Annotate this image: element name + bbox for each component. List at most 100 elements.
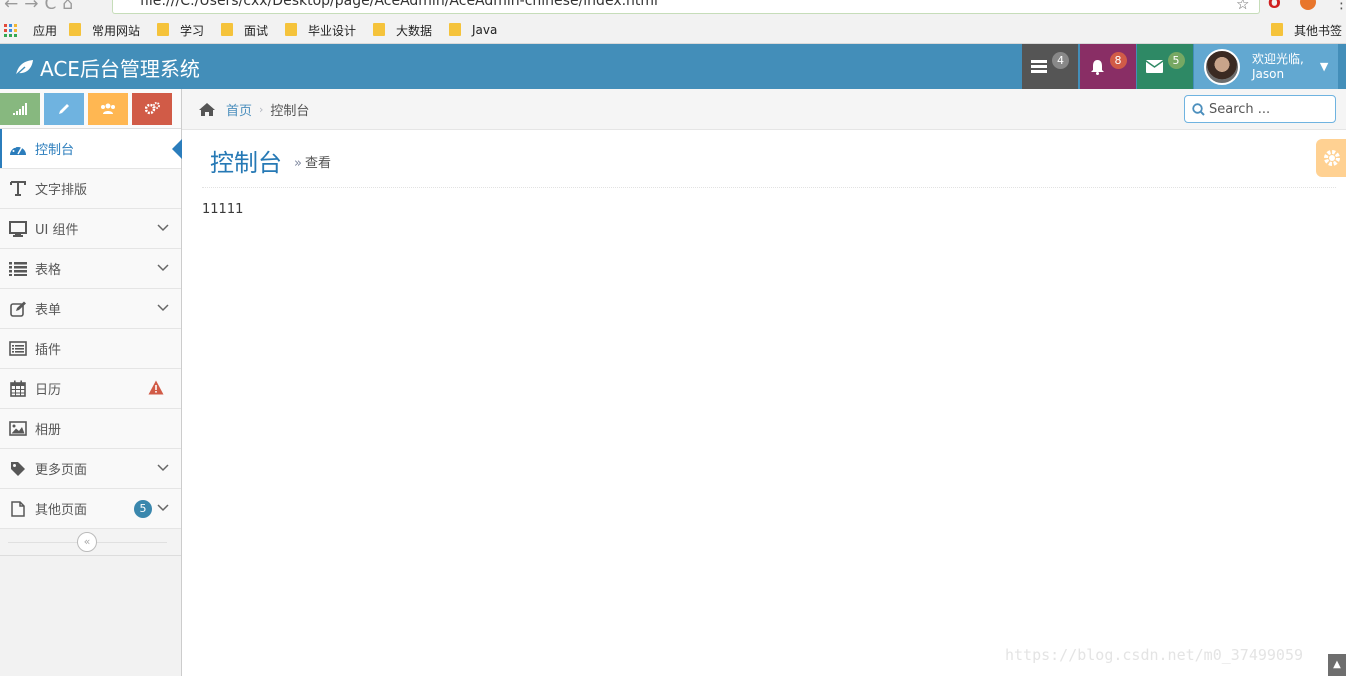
sidebar-collapse: « <box>0 529 181 556</box>
sidebar-item-typography[interactable]: 文字排版 <box>0 169 181 209</box>
bookmark-star-icon[interactable]: ☆ <box>1236 0 1249 13</box>
search-form <box>1184 95 1336 123</box>
chevron-right-icon: › <box>259 103 264 116</box>
bookmark-folder[interactable]: 毕业设计 <box>285 22 356 38</box>
folder-icon <box>157 22 169 36</box>
warning-icon <box>148 380 164 395</box>
user-info: 欢迎光临, Jason <box>1252 52 1304 82</box>
desktop-icon <box>4 220 32 237</box>
address-url[interactable]: file:///C:/Users/cxx/Desktop/page/AceAdm… <box>140 0 658 9</box>
sidebar-shortcuts <box>0 89 181 129</box>
caret-down-icon: ▼ <box>1319 60 1329 73</box>
gear-icon <box>1324 150 1340 166</box>
sidebar-item-calendar[interactable]: 日历 <box>0 369 181 409</box>
sidebar-item-label: 表单 <box>35 303 62 318</box>
page-subtitle: » 查看 <box>294 156 331 171</box>
bookmark-apps[interactable]: 应用 <box>4 22 57 38</box>
sidebar-item-label: 控制台 <box>35 143 75 158</box>
folder-icon <box>285 22 297 36</box>
sidebar-item-label: 表格 <box>35 263 62 278</box>
tasks-dropdown[interactable]: 4 <box>1022 44 1078 89</box>
breadcrumb-home-link[interactable]: 首页 <box>226 100 252 119</box>
folder-icon <box>221 22 233 36</box>
cogs-icon <box>144 102 160 115</box>
brand-text: ACE后台管理系统 <box>40 57 200 81</box>
bookmark-folder[interactable]: 学习 <box>157 22 204 38</box>
bookmarks-bar: 应用 常用网站 学习 面试 毕业设计 大数据 Java 其他书签 <box>0 16 1346 44</box>
user-menu[interactable]: 欢迎光临, Jason ▼ <box>1194 44 1338 89</box>
edit-icon <box>4 301 32 317</box>
sidebar-item-label: 相册 <box>35 423 62 438</box>
search-input[interactable] <box>1209 101 1329 117</box>
tasks-icon <box>1031 59 1047 73</box>
browser-nav-buttons[interactable]: ←→C⌂ <box>4 0 79 14</box>
page-header: 控制台 » 查看 <box>202 138 1336 188</box>
opera-extension-icon[interactable]: O <box>1268 0 1281 12</box>
tag-icon <box>4 461 32 477</box>
home-icon <box>199 103 215 116</box>
sidebar-item-tables[interactable]: 表格 <box>0 249 181 289</box>
bookmark-folder[interactable]: 面试 <box>221 22 268 38</box>
folder-icon <box>373 22 385 36</box>
notifications-dropdown[interactable]: 8 <box>1080 44 1136 89</box>
username: Jason <box>1252 66 1285 81</box>
sidebar: 控制台 文字排版 UI 组件 表格 表单 插件 日历 相册 更多页面 其他页面 … <box>0 89 182 676</box>
sidebar-item-label: 其他页面 <box>35 503 88 518</box>
sidebar-item-label: UI 组件 <box>35 223 79 238</box>
bookmark-folder[interactable]: Java <box>449 22 497 38</box>
notifications-count-badge: 8 <box>1109 52 1127 69</box>
calendar-icon <box>4 380 32 397</box>
welcome-text: 欢迎光临, <box>1252 51 1304 66</box>
text-icon <box>4 180 32 197</box>
shortcut-signal-button[interactable] <box>0 92 40 125</box>
tasks-count-badge: 4 <box>1052 52 1069 69</box>
watermark: https://blog.csdn.net/m0_37499059 <box>1005 646 1304 664</box>
users-icon <box>101 103 115 114</box>
shortcut-cogs-button[interactable] <box>132 92 172 125</box>
sidebar-item-other-pages[interactable]: 其他页面 5 <box>0 489 181 529</box>
folder-icon <box>1271 22 1283 36</box>
breadcrumb-current: 控制台 <box>270 104 310 119</box>
browser-menu-icon[interactable]: ⋮ <box>1334 0 1346 12</box>
bell-icon <box>1090 59 1104 75</box>
bookmark-other[interactable]: 其他书签 <box>1271 22 1342 38</box>
scroll-up-button[interactable]: ▲ <box>1328 654 1346 676</box>
extension-icon[interactable] <box>1300 0 1316 10</box>
page-title: 控制台 <box>210 149 282 177</box>
search-icon <box>1192 102 1205 116</box>
pencil-icon <box>59 103 69 114</box>
browser-toolbar: ←→C⌂ file:///C:/Users/cxx/Desktop/page/A… <box>0 0 1346 16</box>
chevron-down-icon <box>157 464 169 472</box>
sidebar-item-plugins[interactable]: 插件 <box>0 329 181 369</box>
sidebar-item-ui-components[interactable]: UI 组件 <box>0 209 181 249</box>
sidebar-item-label: 文字排版 <box>35 183 88 198</box>
sidebar-item-dashboard[interactable]: 控制台 <box>0 129 182 169</box>
breadcrumb: 首页 › 控制台 <box>182 89 1346 130</box>
brand-link[interactable]: ACE后台管理系统 <box>14 53 200 82</box>
dashboard-icon <box>4 142 32 156</box>
chevron-down-icon <box>157 504 169 512</box>
page-content-text: 11111 <box>202 202 244 217</box>
shortcut-users-button[interactable] <box>88 92 128 125</box>
file-icon <box>4 500 32 517</box>
sidebar-item-gallery[interactable]: 相册 <box>0 409 181 449</box>
messages-dropdown[interactable]: 5 <box>1137 44 1193 89</box>
double-angle-left-icon[interactable]: « <box>77 532 97 552</box>
bookmark-folder[interactable]: 常用网站 <box>69 22 140 38</box>
sidebar-item-more-pages[interactable]: 更多页面 <box>0 449 181 489</box>
picture-icon <box>4 421 32 436</box>
list-icon <box>4 261 32 276</box>
double-angle-right-icon: » <box>294 156 302 171</box>
leaf-icon <box>14 59 33 77</box>
chevron-down-icon <box>157 304 169 312</box>
bookmark-folder[interactable]: 大数据 <box>373 22 432 38</box>
folder-icon <box>449 22 461 36</box>
ace-settings-button[interactable] <box>1316 139 1346 177</box>
sidebar-item-label: 插件 <box>35 343 62 358</box>
folder-icon <box>69 22 81 36</box>
breadcrumb-list: 首页 › 控制台 <box>198 100 309 119</box>
shortcut-pencil-button[interactable] <box>44 92 84 125</box>
apps-grid-icon <box>4 23 17 37</box>
signal-icon <box>13 102 27 115</box>
sidebar-item-forms[interactable]: 表单 <box>0 289 181 329</box>
